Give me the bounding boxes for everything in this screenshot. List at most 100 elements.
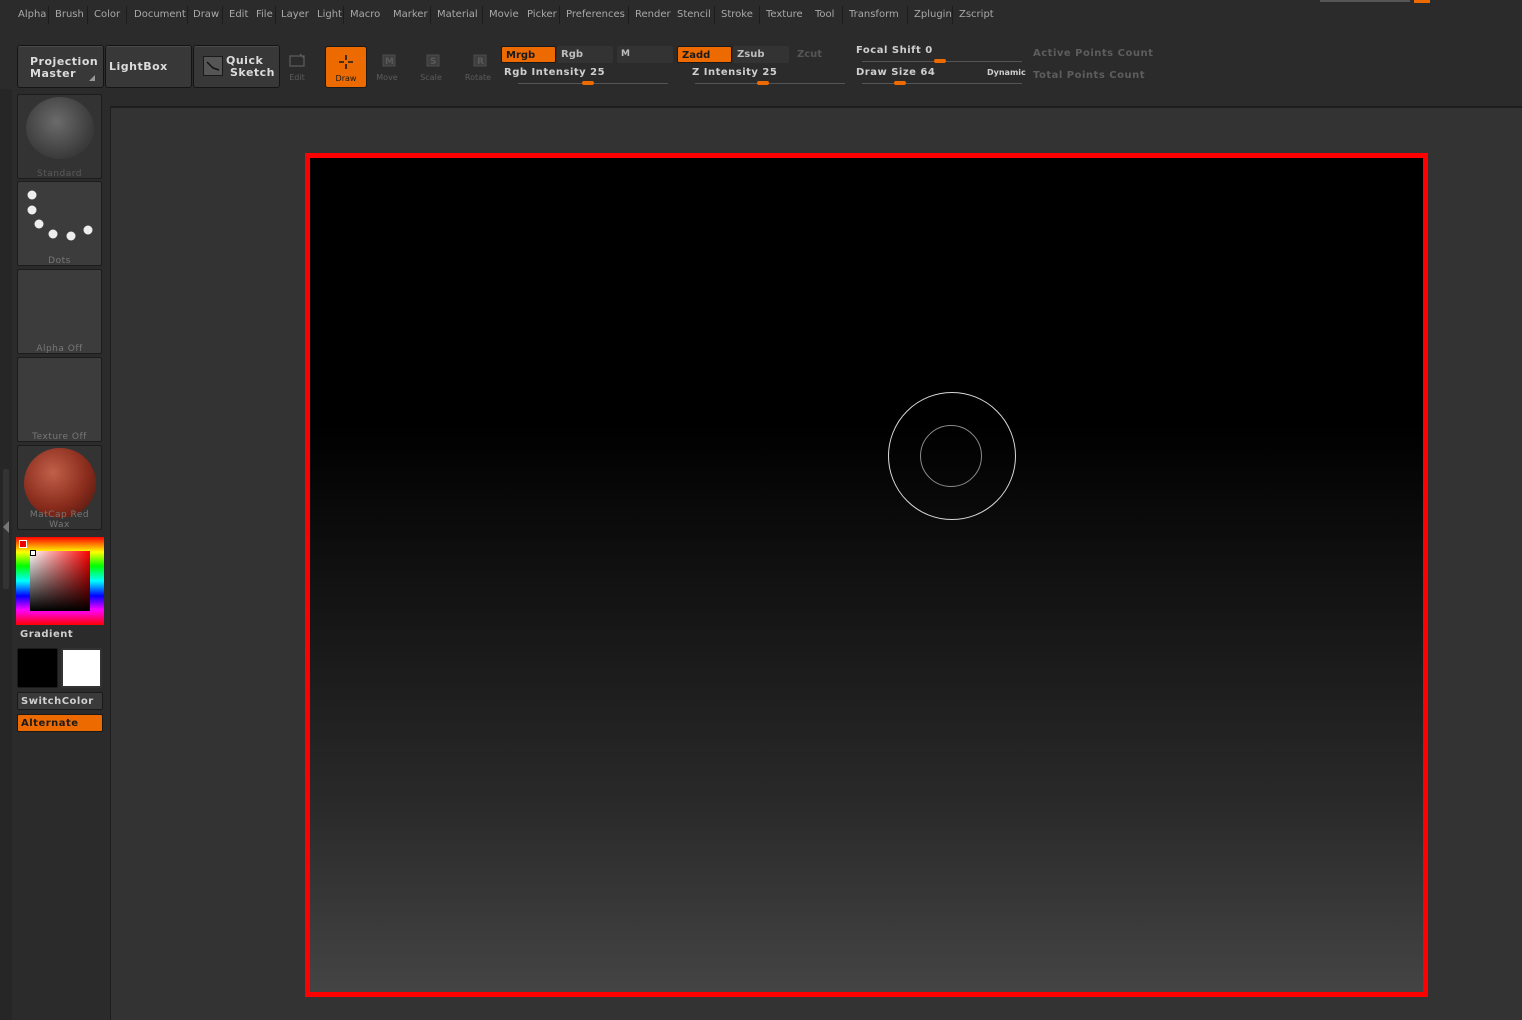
focal-shift-handle[interactable] <box>934 59 946 63</box>
stroke-name: Dots <box>48 256 71 266</box>
menu-light[interactable]: Light <box>317 9 342 20</box>
menu-color[interactable]: Color <box>94 9 120 20</box>
color-selector-dot[interactable] <box>30 550 36 556</box>
menu-alpha[interactable]: Alpha <box>18 9 46 20</box>
menu-layer[interactable]: Layer <box>281 9 309 20</box>
stroke-thumbnail[interactable]: Dots <box>17 181 102 266</box>
move-button[interactable]: M Move <box>367 46 407 86</box>
draw-size-handle[interactable] <box>894 81 906 85</box>
zsub-button[interactable]: Zsub <box>733 46 789 63</box>
menu-texture[interactable]: Texture <box>766 9 803 20</box>
menu-divider <box>714 6 715 24</box>
edit-label: Edit <box>289 73 305 82</box>
saturation-value-square[interactable] <box>30 550 90 611</box>
alpha-name: Alpha Off <box>36 344 83 354</box>
menu-tool[interactable]: Tool <box>815 9 834 20</box>
menu-marker[interactable]: Marker <box>393 9 428 20</box>
edit-button[interactable]: Edit <box>277 46 317 86</box>
material-thumbnail[interactable]: MatCap Red Wax <box>17 445 102 530</box>
draw-size-slider[interactable] <box>862 83 1022 84</box>
menu-divider <box>759 6 760 24</box>
color-picker[interactable] <box>16 537 104 625</box>
draw-button[interactable]: Draw <box>325 46 367 88</box>
dots-stroke-icon <box>27 190 93 241</box>
hue-selector[interactable] <box>19 540 27 548</box>
menu-divider <box>628 6 629 24</box>
quick-sketch-button[interactable]: Quick Sketch <box>193 45 280 88</box>
top-corner-indicator <box>1414 0 1430 3</box>
menu-picker[interactable]: Picker <box>527 9 557 20</box>
tray-expand-arrow-icon[interactable] <box>3 521 9 533</box>
switch-color-button[interactable]: SwitchColor <box>17 692 103 710</box>
sketch-icon-glyph <box>206 61 220 71</box>
menu-movie[interactable]: Movie <box>489 9 519 20</box>
document-canvas[interactable] <box>305 153 1428 997</box>
rgb-intensity-label: Rgb Intensity 25 <box>504 67 606 78</box>
focal-shift-label: Focal Shift 0 <box>856 45 933 56</box>
menu-zplugin[interactable]: Zplugin <box>914 9 952 20</box>
draw-size-label: Draw Size 64 <box>856 67 936 78</box>
rotate-icon: R <box>473 54 487 67</box>
scale-label: Scale <box>420 73 442 82</box>
rotate-button[interactable]: R Rotate <box>458 46 498 86</box>
lightbox-label: LightBox <box>109 60 168 73</box>
z-intensity-label: Z Intensity 25 <box>692 67 778 78</box>
alternate-button[interactable]: Alternate <box>17 714 103 732</box>
alpha-thumbnail[interactable]: Alpha Off <box>17 269 102 354</box>
projection-master-label-2: Master <box>30 67 77 80</box>
draw-crosshair-icon <box>339 55 353 69</box>
top-toolbar: Projection Master LightBox Quick Sketch … <box>0 28 1522 107</box>
rgb-intensity-handle[interactable] <box>582 81 594 85</box>
menu-edit[interactable]: Edit <box>229 9 248 20</box>
tray-edge <box>0 89 12 1020</box>
draw-label: Draw <box>335 74 357 83</box>
texture-name: Texture Off <box>32 432 87 442</box>
texture-thumbnail[interactable]: Texture Off <box>17 357 102 442</box>
standard-brush-icon <box>26 97 94 159</box>
menu-file[interactable]: File <box>256 9 273 20</box>
menu-divider <box>187 6 188 24</box>
projection-master-button[interactable]: Projection Master <box>17 45 104 88</box>
menu-document[interactable]: Document <box>134 9 186 20</box>
menu-divider <box>430 6 431 24</box>
dynamic-toggle[interactable]: Dynamic <box>987 68 1026 77</box>
menu-brush[interactable]: Brush <box>55 9 84 20</box>
edit-icon <box>289 53 305 67</box>
scale-button[interactable]: S Scale <box>411 46 451 86</box>
secondary-color-swatch[interactable] <box>61 648 102 688</box>
total-points-count: Total Points Count <box>1033 70 1145 81</box>
active-points-count: Active Points Count <box>1033 48 1154 59</box>
material-name: MatCap Red Wax <box>29 510 90 530</box>
rotate-label: Rotate <box>464 73 492 82</box>
zcut-button[interactable]: Zcut <box>793 46 849 63</box>
top-corner-widget <box>1320 0 1410 2</box>
svg-text:S: S <box>430 57 436 67</box>
menu-render[interactable]: Render <box>635 9 671 20</box>
menu-stencil[interactable]: Stencil <box>677 9 711 20</box>
lightbox-button[interactable]: LightBox <box>105 45 192 88</box>
move-icon: M <box>382 54 396 67</box>
menu-draw[interactable]: Draw <box>193 9 219 20</box>
gradient-label[interactable]: Gradient <box>20 629 73 640</box>
menu-divider <box>907 6 908 24</box>
m-button[interactable]: M <box>617 46 673 63</box>
mrgb-button[interactable]: Mrgb <box>501 46 556 63</box>
corner-triangle-icon <box>89 75 95 81</box>
menu-divider <box>48 6 49 24</box>
scale-icon: S <box>426 54 440 67</box>
primary-color-swatch[interactable] <box>17 648 58 688</box>
menu-material[interactable]: Material <box>437 9 478 20</box>
rgb-button[interactable]: Rgb <box>557 46 613 63</box>
svg-text:M: M <box>385 57 394 67</box>
z-intensity-handle[interactable] <box>757 81 769 85</box>
z-intensity-slider[interactable] <box>695 83 845 84</box>
move-label: Move <box>376 73 398 82</box>
menu-transform[interactable]: Transform <box>849 9 899 20</box>
zadd-button[interactable]: Zadd <box>677 46 732 63</box>
menu-preferences[interactable]: Preferences <box>566 9 625 20</box>
menu-macro[interactable]: Macro <box>350 9 380 20</box>
menu-stroke[interactable]: Stroke <box>721 9 753 20</box>
brush-thumbnail[interactable]: Standard <box>17 94 102 179</box>
menu-zscript[interactable]: Zscript <box>959 9 994 20</box>
brush-name: Standard <box>37 169 82 179</box>
